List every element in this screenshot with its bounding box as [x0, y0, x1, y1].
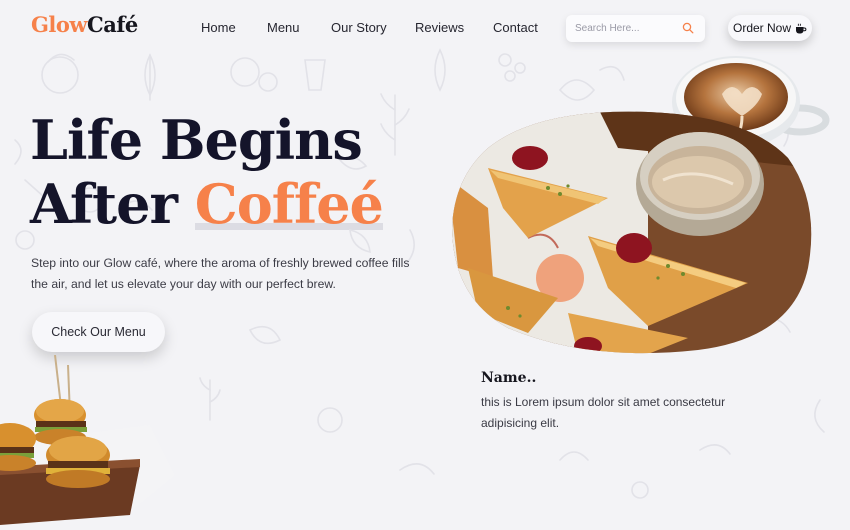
coffee-cup-icon	[796, 23, 807, 33]
sliders-board-image	[0, 355, 175, 525]
order-now-label: Order Now	[732, 21, 791, 35]
featured-dish-name: Name..	[481, 370, 537, 386]
search-input[interactable]	[575, 20, 679, 37]
brand-logo-accent: Glow	[31, 12, 88, 37]
nav-link-our-story[interactable]: Our Story	[331, 20, 387, 35]
featured-dish-image	[452, 111, 812, 354]
brand-logo-text: Café	[87, 12, 138, 37]
navbar: GlowCafé Home Menu Our Story Reviews Con…	[0, 0, 850, 56]
hero-title-accent: Coffeé	[194, 172, 384, 236]
search-icon[interactable]	[682, 22, 694, 34]
nav-link-menu[interactable]: Menu	[267, 20, 300, 35]
nav-link-reviews[interactable]: Reviews	[415, 20, 464, 35]
brand-logo[interactable]: GlowCafé	[31, 12, 138, 37]
hero-title: Life Begins After Coffeé	[30, 108, 384, 236]
hero-title-line2: After	[30, 172, 195, 236]
search-box	[566, 15, 705, 42]
order-now-button[interactable]: Order Now	[728, 15, 812, 41]
nav-link-home[interactable]: Home	[201, 20, 236, 35]
nav-link-contact[interactable]: Contact	[493, 20, 538, 35]
hero-description: Step into our Glow café, where the aroma…	[31, 256, 410, 291]
hero-title-line1: Life Begins	[30, 108, 363, 172]
featured-dish-description: this is Lorem ipsum dolor sit amet conse…	[481, 395, 726, 430]
check-menu-button[interactable]: Check Our Menu	[32, 312, 165, 352]
